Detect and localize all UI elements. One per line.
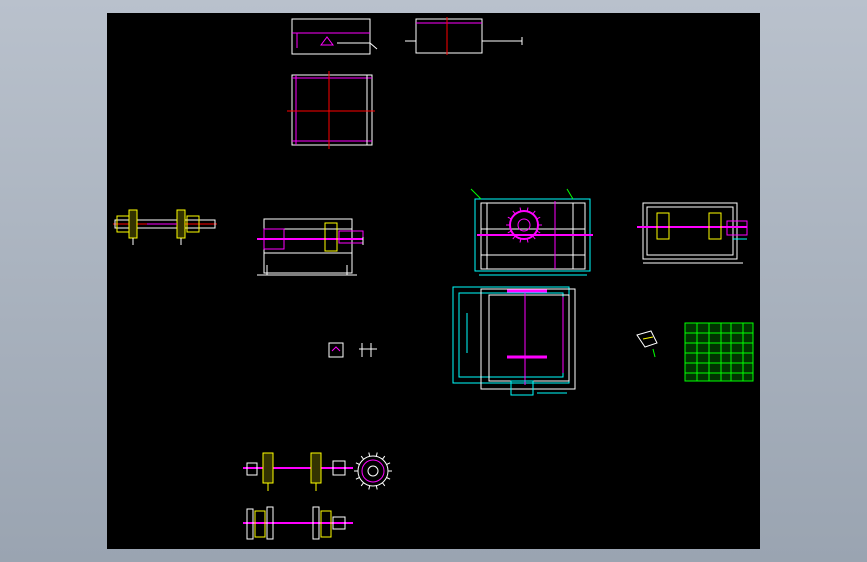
sprocket-tooth bbox=[386, 477, 391, 480]
sprocket-tooth bbox=[381, 455, 386, 460]
sprocket-tooth bbox=[532, 210, 536, 215]
sprocket-tooth bbox=[386, 462, 391, 465]
sprocket-tooth bbox=[368, 485, 371, 490]
side-view bbox=[637, 202, 748, 264]
sprocket-tooth bbox=[381, 482, 386, 487]
frame-plan bbox=[287, 71, 375, 149]
left-shaft-assembly bbox=[113, 209, 217, 245]
main-gear-teeth bbox=[506, 207, 542, 243]
sprocket-tooth bbox=[512, 235, 516, 240]
plan-view bbox=[452, 286, 576, 396]
gear-detail bbox=[636, 330, 658, 358]
top-panel-side bbox=[405, 17, 523, 55]
small-section-details bbox=[328, 342, 377, 358]
sprocket-tooth bbox=[360, 482, 365, 487]
sprocket-teeth bbox=[354, 452, 392, 490]
main-front-view bbox=[470, 188, 593, 276]
sprocket-wheel bbox=[357, 455, 389, 487]
shaft-with-discs bbox=[243, 506, 353, 540]
sprocket-tooth bbox=[375, 452, 378, 457]
sprocket-tooth bbox=[355, 477, 360, 480]
sprocket-tooth bbox=[360, 455, 365, 460]
top-panel-elevation bbox=[291, 18, 378, 55]
sprocket-tooth bbox=[512, 210, 516, 215]
drawing-sheet[interactable] bbox=[107, 13, 760, 549]
sprocket-tooth bbox=[375, 485, 378, 490]
shaft-with-sprockets bbox=[243, 452, 353, 491]
cad-drawing bbox=[113, 17, 754, 540]
parts-list-table bbox=[684, 322, 754, 382]
front-elevation bbox=[257, 218, 364, 276]
sprocket-tooth bbox=[532, 235, 536, 240]
sprocket-tooth bbox=[355, 462, 360, 465]
sprocket-tooth bbox=[368, 452, 371, 457]
